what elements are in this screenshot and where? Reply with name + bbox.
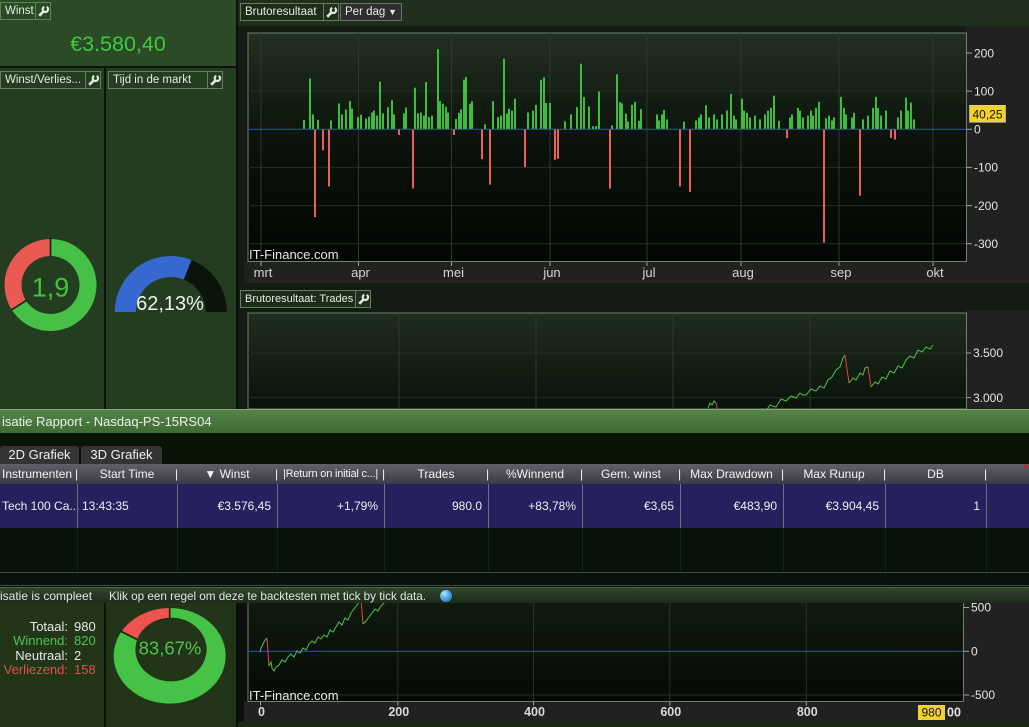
svg-text:0: 0 — [974, 123, 981, 137]
svg-text:-100: -100 — [974, 161, 998, 175]
svg-text:100: 100 — [974, 84, 994, 98]
svg-text:00: 00 — [947, 706, 961, 720]
svg-text:okt: okt — [926, 265, 944, 280]
svg-text:0: 0 — [258, 705, 265, 719]
svg-text:83,67%: 83,67% — [139, 638, 202, 659]
svg-text:IT-Finance.com: IT-Finance.com — [249, 247, 339, 262]
svg-text:600: 600 — [660, 705, 681, 719]
svg-text:400: 400 — [524, 705, 545, 719]
svg-text:200: 200 — [974, 46, 994, 60]
svg-text:800: 800 — [797, 705, 818, 719]
svg-text:200: 200 — [388, 705, 409, 719]
svg-text:mrt: mrt — [254, 265, 273, 280]
svg-text:IT-Finance.com: IT-Finance.com — [249, 688, 339, 703]
svg-text:jun: jun — [542, 265, 560, 280]
svg-text:-200: -200 — [974, 199, 998, 213]
svg-text:500: 500 — [971, 603, 991, 615]
svg-text:sep: sep — [831, 265, 852, 280]
svg-text:980: 980 — [921, 706, 941, 720]
svg-text:aug: aug — [732, 265, 754, 280]
svg-text:3.000: 3.000 — [973, 391, 1003, 405]
svg-text:mei: mei — [443, 265, 464, 280]
svg-text:3.500: 3.500 — [973, 346, 1003, 360]
svg-text:-300: -300 — [974, 237, 998, 251]
svg-text:apr: apr — [351, 265, 370, 280]
svg-text:0: 0 — [971, 645, 978, 659]
svg-text:1,9: 1,9 — [32, 273, 70, 303]
svg-text:62,13%: 62,13% — [136, 293, 204, 315]
svg-text:jul: jul — [641, 265, 655, 280]
svg-text:40,25: 40,25 — [972, 108, 1002, 122]
svg-text:-500: -500 — [971, 688, 995, 702]
